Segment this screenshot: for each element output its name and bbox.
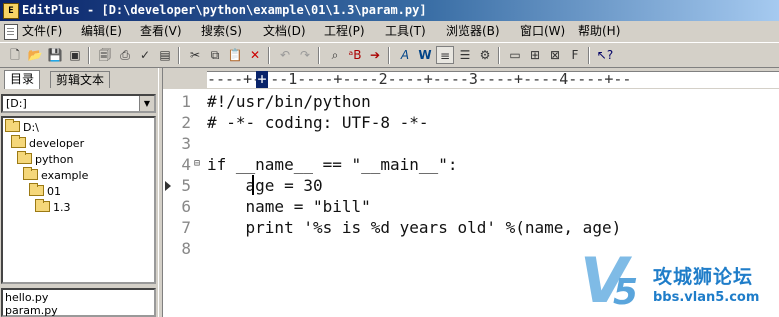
font-icon[interactable]: A xyxy=(396,46,414,64)
watermark-name: 攻城狮论坛 xyxy=(653,266,754,288)
tree-item[interactable]: 01 xyxy=(29,183,61,199)
title-bar: E EditPlus - [D:\developer\python\exampl… xyxy=(0,0,779,21)
menu-tools[interactable]: 工具(T) xyxy=(385,24,426,39)
toolbar-separator xyxy=(318,47,320,64)
line-number-gutter: 1 2 3 4 ⊟ 5 6 7 8 xyxy=(163,89,207,317)
ruler-icon[interactable]: ≡ xyxy=(436,46,454,64)
fold-icon[interactable]: ⊟ xyxy=(194,158,200,169)
help-icon[interactable]: ↖? xyxy=(596,46,614,64)
line-number: 7 xyxy=(181,218,191,237)
code-line[interactable]: if __name__ == "__main__": xyxy=(207,154,457,175)
ruler: ----+----1----+----2----+----3----+----4… xyxy=(163,68,779,89)
folder-open-icon xyxy=(29,183,44,196)
menu-browser[interactable]: 浏览器(B) xyxy=(446,24,500,39)
redo-icon[interactable]: ↷ xyxy=(296,46,314,64)
menu-project[interactable]: 工程(P) xyxy=(324,24,365,39)
menu-help[interactable]: 帮助(H) xyxy=(578,24,620,39)
list-item[interactable]: param.py xyxy=(5,304,58,317)
code-line[interactable]: #!/usr/bin/python xyxy=(207,91,371,112)
menu-window[interactable]: 窗口(W) xyxy=(520,24,565,39)
toolbar-separator xyxy=(178,47,180,64)
replace-icon[interactable]: ᵃB xyxy=(346,46,364,64)
app-icon: E xyxy=(3,3,19,19)
delete-icon[interactable]: ✕ xyxy=(246,46,264,64)
goto-icon[interactable]: ➔ xyxy=(366,46,384,64)
copy-icon[interactable]: ⧉ xyxy=(206,46,224,64)
output-icon[interactable]: F xyxy=(566,46,584,64)
print-preview-icon[interactable]: 🗐 xyxy=(96,46,114,64)
menu-document[interactable]: 文档(D) xyxy=(263,24,306,39)
list-item[interactable]: hello.py xyxy=(5,291,48,304)
folder-open-icon xyxy=(17,151,32,164)
text-caret xyxy=(252,175,254,195)
spell-check-icon[interactable]: ✓ xyxy=(136,46,154,64)
browser-icon[interactable]: ⊞ xyxy=(526,46,544,64)
menu-file[interactable]: 文件(F) xyxy=(22,24,62,39)
directory-tree[interactable]: D:\ developer python example 01 1.3 xyxy=(1,116,156,284)
tree-item[interactable]: developer xyxy=(11,135,84,151)
menu-bar: 文件(F) 编辑(E) 查看(V) 搜索(S) 文档(D) 工程(P) 工具(T… xyxy=(0,21,779,42)
save-icon[interactable]: 💾 xyxy=(46,46,64,64)
panel-icon[interactable]: ▭ xyxy=(506,46,524,64)
folder-open-icon xyxy=(5,119,20,132)
watermark-logo-digit: 5 xyxy=(613,272,639,313)
cliptext-icon[interactable]: ⊠ xyxy=(546,46,564,64)
line-number: 1 xyxy=(181,92,191,111)
toolbar-separator xyxy=(88,47,90,64)
folder-open-icon xyxy=(11,135,26,148)
settings-icon[interactable]: ⚙ xyxy=(476,46,494,64)
menu-edit[interactable]: 编辑(E) xyxy=(81,24,122,39)
cut-icon[interactable]: ✂ xyxy=(186,46,204,64)
chevron-down-icon[interactable]: ▼ xyxy=(139,96,154,111)
ruler-scale: ----+----1----+----2----+----3----+----4… xyxy=(207,70,632,88)
code-line[interactable]: print '%s is %d years old' %(name, age) xyxy=(207,217,622,238)
drive-select[interactable]: [D:] ▼ xyxy=(1,94,156,113)
folder-open-icon xyxy=(23,167,38,180)
open-folder-icon[interactable]: 📂 xyxy=(26,46,44,64)
menu-view[interactable]: 查看(V) xyxy=(140,24,182,39)
line-number-icon[interactable]: ☰ xyxy=(456,46,474,64)
menu-search[interactable]: 搜索(S) xyxy=(201,24,242,39)
code-line[interactable]: # -*- coding: UTF-8 -*- xyxy=(207,112,429,133)
paste-icon[interactable]: 📋 xyxy=(226,46,244,64)
tree-item[interactable]: D:\ xyxy=(5,119,39,135)
line-number: 2 xyxy=(181,113,191,132)
document-icon[interactable] xyxy=(4,24,18,40)
toolbar-separator xyxy=(498,47,500,64)
ruler-cursor: + xyxy=(256,70,268,88)
document-icon[interactable]: ▤ xyxy=(156,46,174,64)
undo-icon[interactable]: ↶ xyxy=(276,46,294,64)
toolbar: 🗋 📂 💾 ▣ 🗐 ⎙ ✓ ▤ ✂ ⧉ 📋 ✕ ↶ ↷ ⌕ ᵃB ➔ A W ≡… xyxy=(0,42,779,68)
line-number: 5 xyxy=(181,176,191,195)
folder-open-icon xyxy=(35,199,50,212)
find-icon[interactable]: ⌕ xyxy=(326,46,344,64)
new-file-icon[interactable]: 🗋 xyxy=(6,46,24,64)
save-all-icon[interactable]: ▣ xyxy=(66,46,84,64)
line-number: 6 xyxy=(181,197,191,216)
word-wrap-icon[interactable]: W xyxy=(416,46,434,64)
code-line[interactable]: age = 30 xyxy=(207,175,323,196)
drive-select-value: [D:] xyxy=(6,97,27,110)
tree-item[interactable]: 1.3 xyxy=(35,199,71,215)
toolbar-separator xyxy=(388,47,390,64)
window-title: EditPlus - [D:\developer\python\example\… xyxy=(22,3,427,17)
code-line[interactable]: name = "bill" xyxy=(207,196,371,217)
toolbar-separator xyxy=(268,47,270,64)
tree-item[interactable]: example xyxy=(23,167,88,183)
toolbar-separator xyxy=(588,47,590,64)
watermark-url: bbs.vlan5.com xyxy=(653,290,760,305)
line-number: 8 xyxy=(181,239,191,258)
tab-cliptext[interactable]: 剪辑文本 xyxy=(50,71,111,88)
print-icon[interactable]: ⎙ xyxy=(116,46,134,64)
sidebar: 目录 剪辑文本 [D:] ▼ D:\ developer python exam… xyxy=(0,68,158,317)
line-number: 4 xyxy=(181,155,191,174)
watermark-logo: V 5 攻城狮论坛 bbs.vlan5.com xyxy=(575,250,779,317)
tab-directory[interactable]: 目录 xyxy=(4,70,41,89)
tree-item[interactable]: python xyxy=(17,151,73,167)
line-number: 3 xyxy=(181,134,191,153)
file-list[interactable]: hello.py param.py xyxy=(1,288,156,317)
